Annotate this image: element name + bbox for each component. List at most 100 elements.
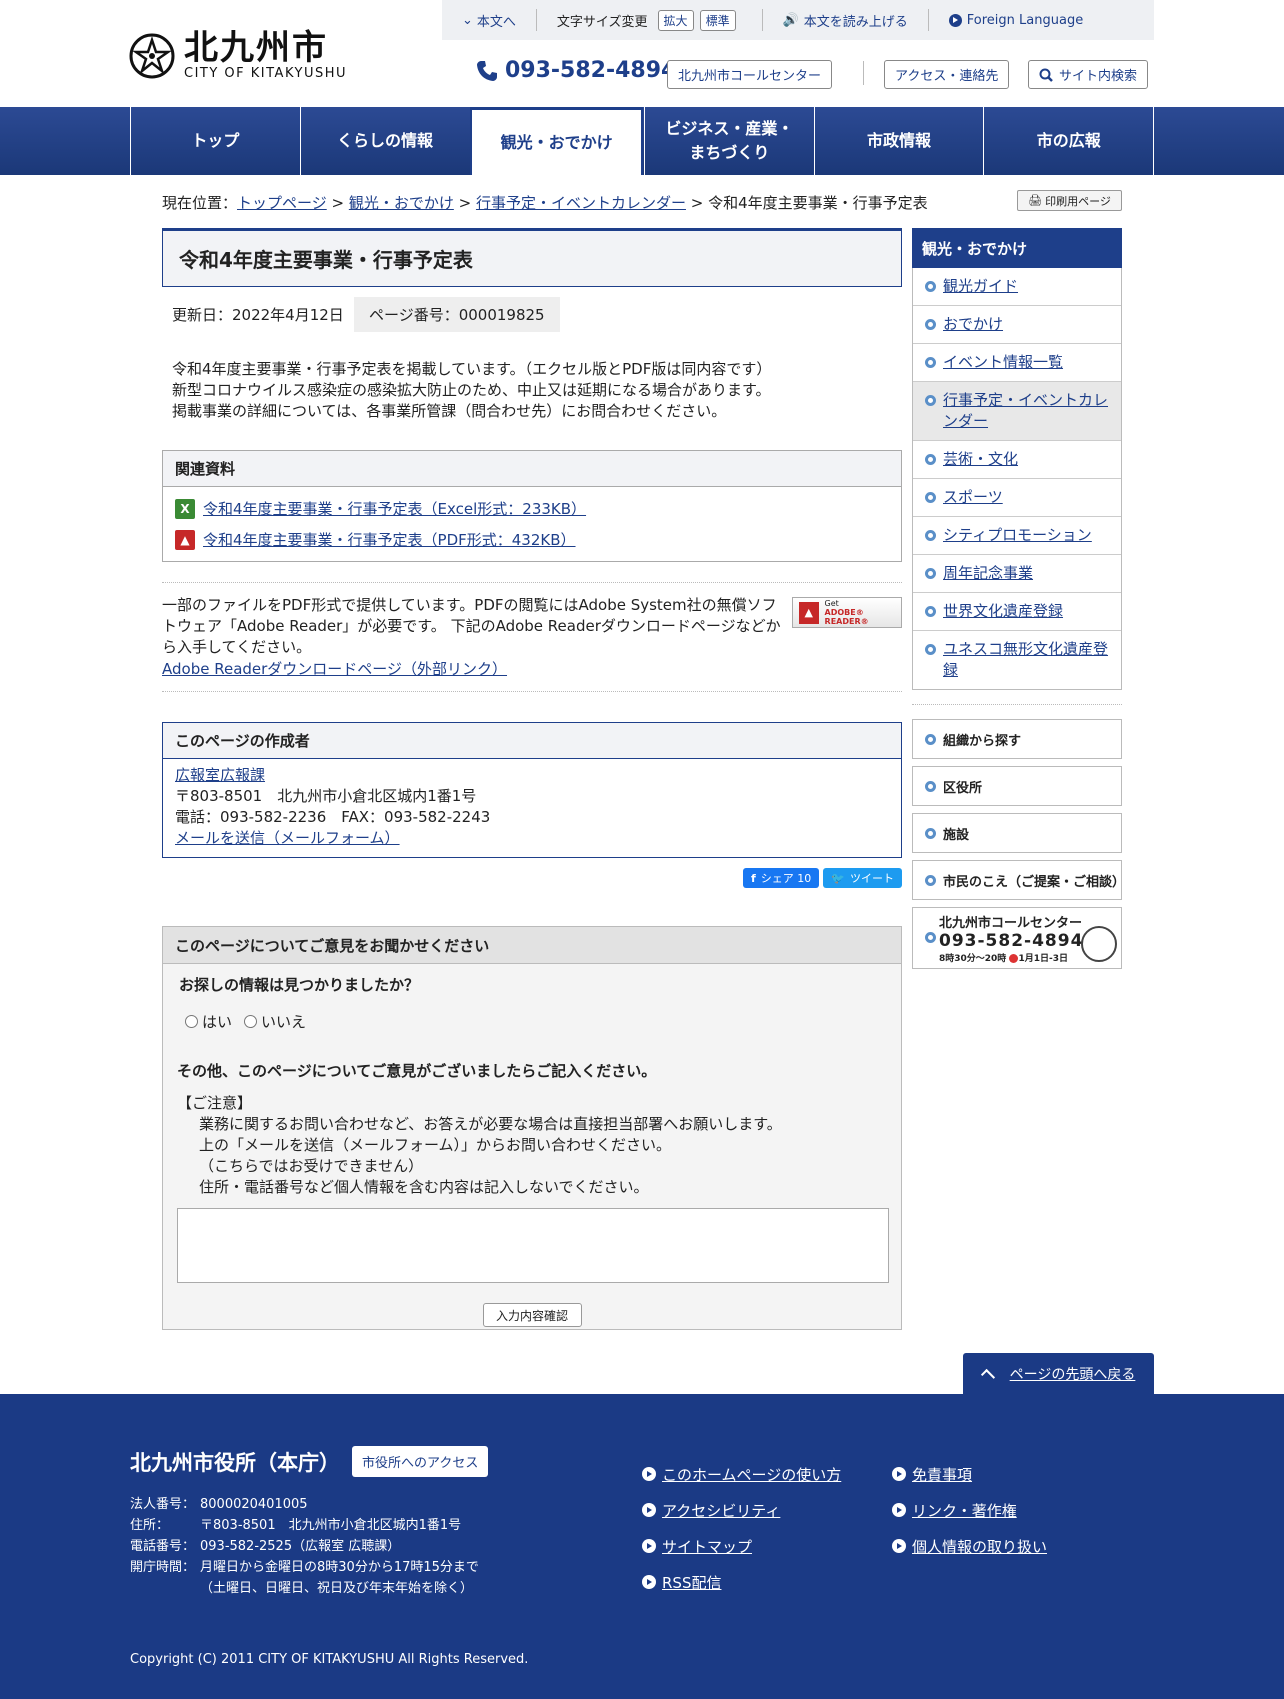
bullet-icon <box>925 644 936 655</box>
sidebar-item-sports[interactable]: スポーツ <box>913 478 1121 516</box>
feedback-heading: このページについてご意見をお聞かせください <box>163 927 901 964</box>
print-page-button[interactable]: 🖨 印刷用ページ <box>1017 190 1122 211</box>
creator-phone-fax: 電話：093-582-2236 FAX：093-582-2243 <box>175 808 491 826</box>
arrow-circle-icon <box>642 1467 656 1481</box>
nav-item-top[interactable]: トップ <box>130 107 300 175</box>
excel-file-link[interactable]: 令和4年度主要事業・行事予定表（Excel形式：233KB） <box>203 498 586 519</box>
text-size-standard-button[interactable]: 標準 <box>699 9 736 31</box>
bullet-icon <box>925 492 936 503</box>
related-files-box: 関連資料 X 令和4年度主要事業・行事予定表（Excel形式：233KB） ▲ … <box>162 450 902 562</box>
text-size-large-button[interactable]: 拡大 <box>657 9 694 31</box>
radio-no-label: いいえ <box>261 1013 307 1031</box>
bullet-icon <box>925 281 936 292</box>
site-search-button[interactable]: サイト内検索 <box>1028 60 1149 89</box>
confirm-input-button[interactable]: 入力内容確認 <box>482 1303 582 1327</box>
footer-links-col2: 免責事項 リンク・著作権 個人情報の取り扱い <box>892 1456 1047 1564</box>
phone-number: 093-582-4894 <box>505 58 677 83</box>
adobe-download-link[interactable]: Adobe Readerダウンロードページ（外部リンク） <box>162 660 507 678</box>
arrow-circle-icon <box>892 1539 906 1553</box>
nav-item-tourism[interactable]: 観光・おでかけ <box>470 107 644 175</box>
feedback-textarea[interactable] <box>177 1208 889 1283</box>
excel-file-icon: X <box>175 498 195 519</box>
footer-link-privacy[interactable]: 個人情報の取り扱い <box>892 1528 1047 1564</box>
sidebar-item-city-promotion[interactable]: シティプロモーション <box>913 516 1121 554</box>
facilities-button[interactable]: 施設 <box>912 813 1122 853</box>
bullet-icon <box>925 875 936 886</box>
arrow-circle-icon <box>642 1575 656 1589</box>
footer-link-rss[interactable]: RSS配信 <box>642 1564 841 1600</box>
twitter-bird-icon: 🐦 <box>831 871 845 885</box>
city-hall-access-button[interactable]: 市役所へのアクセス <box>352 1446 489 1477</box>
radio-no[interactable] <box>244 1015 258 1028</box>
footer-link-how-to-use[interactable]: このホームページの使い方 <box>642 1456 841 1492</box>
sidebar-item-tourism-guide[interactable]: 観光ガイド <box>913 268 1121 305</box>
read-aloud-link[interactable]: 🔊 本文を読み上げる <box>763 9 928 31</box>
access-contact-button[interactable]: アクセス・連絡先 <box>884 60 1010 89</box>
footer-link-accessibility[interactable]: アクセシビリティ <box>642 1492 841 1528</box>
back-to-top-button[interactable]: ページの先頭へ戻る <box>963 1353 1154 1394</box>
footer-link-disclaimer[interactable]: 免責事項 <box>892 1456 1047 1492</box>
nav-item-city-admin[interactable]: 市政情報 <box>813 107 984 175</box>
footer-links-col1: このホームページの使い方 アクセシビリティ サイトマップ RSS配信 <box>642 1456 841 1600</box>
sidebar-item-events[interactable]: イベント情報一覧 <box>913 343 1121 381</box>
call-center-banner[interactable]: 北九州市コールセンター 093-582-4894 8時30分～20時 1月1日-… <box>912 907 1122 969</box>
main-content: 令和4年度主要事業・行事予定表 更新日：2022年4月12日 ページ番号：000… <box>162 228 902 1330</box>
global-nav: トップ くらしの情報 観光・おでかけ ビジネス・産業・ まちづくり 市政情報 市… <box>0 107 1284 175</box>
citizens-voice-button[interactable]: 市民のこえ（ご提案・ご相談） <box>912 860 1125 900</box>
utility-bar: ⌄ 本文へ 文字サイズ変更 拡大 標準 🔊 本文を読み上げる Foreign L… <box>442 0 1154 40</box>
phone-icon <box>477 60 497 81</box>
feedback-radio-group: はい いいえ <box>177 1011 887 1032</box>
nav-item-business[interactable]: ビジネス・産業・ まちづくり <box>644 107 814 175</box>
adobe-notice-text: 一部のファイルをPDF形式で提供しています。PDFの閲覧にはAdobe Syst… <box>162 596 781 656</box>
chevron-up-icon <box>980 1368 995 1383</box>
bullet-icon <box>925 395 936 406</box>
chevron-down-icon: ⌄ <box>462 12 473 28</box>
sidebar-item-world-heritage[interactable]: 世界文化遺産登録 <box>913 592 1121 630</box>
file-excel-row: X 令和4年度主要事業・行事予定表（Excel形式：233KB） <box>175 493 889 524</box>
feedback-form: このページについてご意見をお聞かせください お探しの情報は見つかりましたか？ は… <box>162 926 902 1330</box>
sidebar-heading: 観光・おでかけ <box>912 228 1122 268</box>
ward-offices-button[interactable]: 区役所 <box>912 766 1122 806</box>
speaker-icon: 🔊 <box>782 12 799 28</box>
arrow-circle-icon <box>892 1467 906 1481</box>
skip-to-content-link[interactable]: ⌄ 本文へ <box>442 9 536 31</box>
logo-english: CITY OF KITAKYUSHU <box>184 66 348 81</box>
sidebar-item-calendar[interactable]: 行事予定・イベントカレンダー <box>913 381 1121 440</box>
breadcrumb-link-calendar[interactable]: 行事予定・イベントカレンダー <box>476 194 686 212</box>
foreign-language-link[interactable]: Foreign Language <box>929 9 1103 31</box>
sidebar-item-outings[interactable]: おでかけ <box>913 305 1121 343</box>
mail-form-link[interactable]: メールを送信（メールフォーム） <box>175 829 400 847</box>
radio-yes[interactable] <box>185 1015 198 1028</box>
find-by-organization-button[interactable]: 組織から探す <box>912 719 1122 759</box>
mascot-icon <box>1081 926 1117 962</box>
creator-address: 〒803-8501 北九州市小倉北区城内1番1号 <box>175 787 477 805</box>
site-header: 北九州市 CITY OF KITAKYUSHU ⌄ 本文へ 文字サイズ変更 拡大… <box>0 0 1284 107</box>
pdf-file-link[interactable]: 令和4年度主要事業・行事予定表（PDF形式：432KB） <box>203 529 576 550</box>
sidebar-item-anniversary[interactable]: 周年記念事業 <box>913 554 1121 592</box>
footer-link-sitemap[interactable]: サイトマップ <box>642 1528 841 1564</box>
department-link[interactable]: 広報室広報課 <box>175 766 265 784</box>
bullet-icon <box>925 319 936 330</box>
footer-link-copyright[interactable]: リンク・著作権 <box>892 1492 1047 1528</box>
breadcrumb-link-top[interactable]: トップページ <box>237 194 327 212</box>
twitter-share-button[interactable]: 🐦 ツイート <box>823 868 902 888</box>
city-emblem-icon <box>129 33 175 78</box>
adobe-pdf-icon: ▲ <box>799 601 819 624</box>
breadcrumb-link-tourism[interactable]: 観光・おでかけ <box>349 194 454 212</box>
page-title: 令和4年度主要事業・行事予定表 <box>162 228 902 287</box>
arrow-circle-icon <box>642 1503 656 1517</box>
bullet-icon <box>925 734 936 745</box>
pdf-file-icon: ▲ <box>175 529 195 550</box>
nav-item-public-relations[interactable]: 市の広報 <box>983 107 1155 175</box>
sidebar-item-unesco[interactable]: ユネスコ無形文化遺産登録 <box>913 630 1121 689</box>
arrow-circle-icon <box>642 1539 656 1553</box>
site-logo[interactable]: 北九州市 CITY OF KITAKYUSHU <box>128 30 347 81</box>
sidebar-item-arts[interactable]: 芸術・文化 <box>913 440 1121 478</box>
intro-text: 令和4年度主要事業・行事予定表を掲載しています。（エクセル版とPDF版は同内容で… <box>172 360 772 420</box>
feedback-notice: 【ご注意】 業務に関するお問い合わせなど、お答えが必要な場合は直接担当部署へお願… <box>177 1094 782 1196</box>
call-center-button[interactable]: 北九州市コールセンター <box>667 60 833 89</box>
get-adobe-reader-badge[interactable]: ▲ Get ADOBE® READER® <box>792 597 902 628</box>
footer-info: 法人番号： 8000020401005 住所： 〒803-8501 北九州市小倉北区… <box>130 1497 479 1596</box>
facebook-share-button[interactable]: f シェア 10 <box>743 868 820 888</box>
nav-item-living[interactable]: くらしの情報 <box>299 107 470 175</box>
